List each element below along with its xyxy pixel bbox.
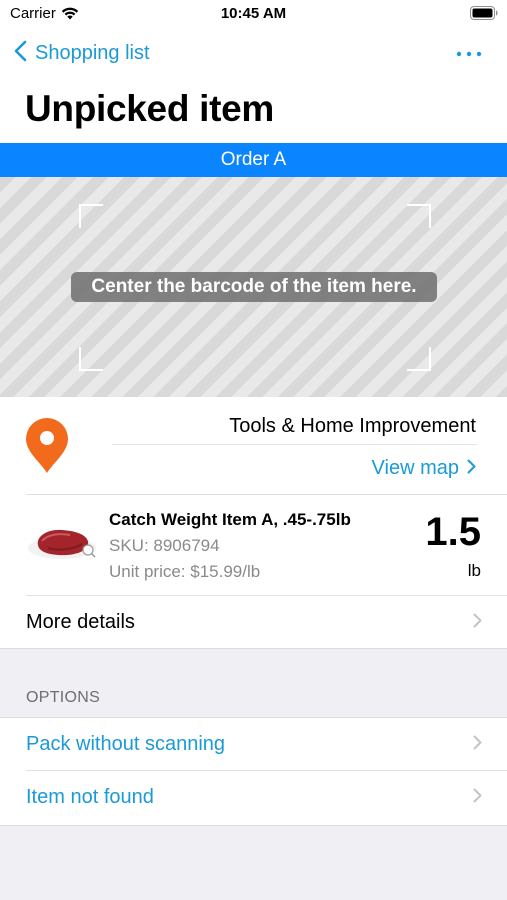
divider bbox=[112, 444, 477, 445]
item-sku: SKU: 8906794 bbox=[109, 536, 220, 555]
location-pin-icon bbox=[25, 418, 69, 479]
more-details-row[interactable]: More details bbox=[0, 596, 507, 648]
scan-frame-corner-bottom-right bbox=[407, 347, 431, 371]
screen: Carrier 10:45 AM Shopping list Unpicked … bbox=[0, 0, 507, 900]
chevron-right-icon bbox=[473, 613, 482, 633]
scan-hint: Center the barcode of the item here. bbox=[71, 272, 437, 302]
back-label: Shopping list bbox=[35, 41, 150, 64]
scan-frame-corner-top-right bbox=[407, 204, 431, 228]
product-thumbnail[interactable] bbox=[26, 517, 98, 563]
pack-without-scanning-row[interactable]: Pack without scanning bbox=[0, 718, 507, 771]
options-list: Pack without scanning Item not found bbox=[0, 717, 507, 826]
back-button[interactable]: Shopping list bbox=[14, 39, 150, 67]
chevron-right-icon bbox=[473, 735, 482, 755]
item-quantity: 1.5 bbox=[425, 510, 481, 554]
clock: 10:45 AM bbox=[220, 5, 287, 22]
more-details-label: More details bbox=[26, 611, 135, 633]
view-map-link[interactable]: View map bbox=[300, 457, 476, 480]
navigation-bar: Shopping list Unpicked item bbox=[0, 28, 507, 143]
department-label: Tools & Home Improvement bbox=[229, 415, 476, 437]
more-options-button[interactable] bbox=[452, 42, 486, 66]
status-bar: Carrier 10:45 AM bbox=[0, 0, 507, 28]
item-card: Tools & Home Improvement View map Catch … bbox=[0, 397, 507, 649]
item-name: Catch Weight Item A, .45-.75lb bbox=[109, 510, 351, 529]
order-banner: Order A bbox=[0, 143, 507, 177]
chevron-right-icon bbox=[467, 457, 476, 480]
chevron-right-icon bbox=[473, 788, 482, 808]
pack-without-scanning-label: Pack without scanning bbox=[26, 733, 226, 755]
item-not-found-label: Item not found bbox=[26, 786, 154, 808]
item-not-found-row[interactable]: Item not found bbox=[0, 771, 507, 824]
divider bbox=[0, 648, 507, 649]
chevron-left-icon bbox=[14, 40, 27, 67]
barcode-scanner-view[interactable]: Center the barcode of the item here. bbox=[0, 177, 507, 397]
scan-frame-corner-top-left bbox=[79, 204, 103, 228]
page-title: Unpicked item bbox=[25, 88, 274, 129]
options-section-header: OPTIONS bbox=[26, 689, 101, 706]
scan-frame-corner-bottom-left bbox=[79, 347, 103, 371]
view-map-label: View map bbox=[371, 457, 459, 479]
ellipsis-icon bbox=[456, 51, 482, 57]
item-quantity-unit: lb bbox=[467, 561, 481, 580]
battery-icon bbox=[470, 6, 498, 25]
divider bbox=[26, 494, 507, 495]
item-unit-price: Unit price: $15.99/lb bbox=[109, 562, 261, 581]
